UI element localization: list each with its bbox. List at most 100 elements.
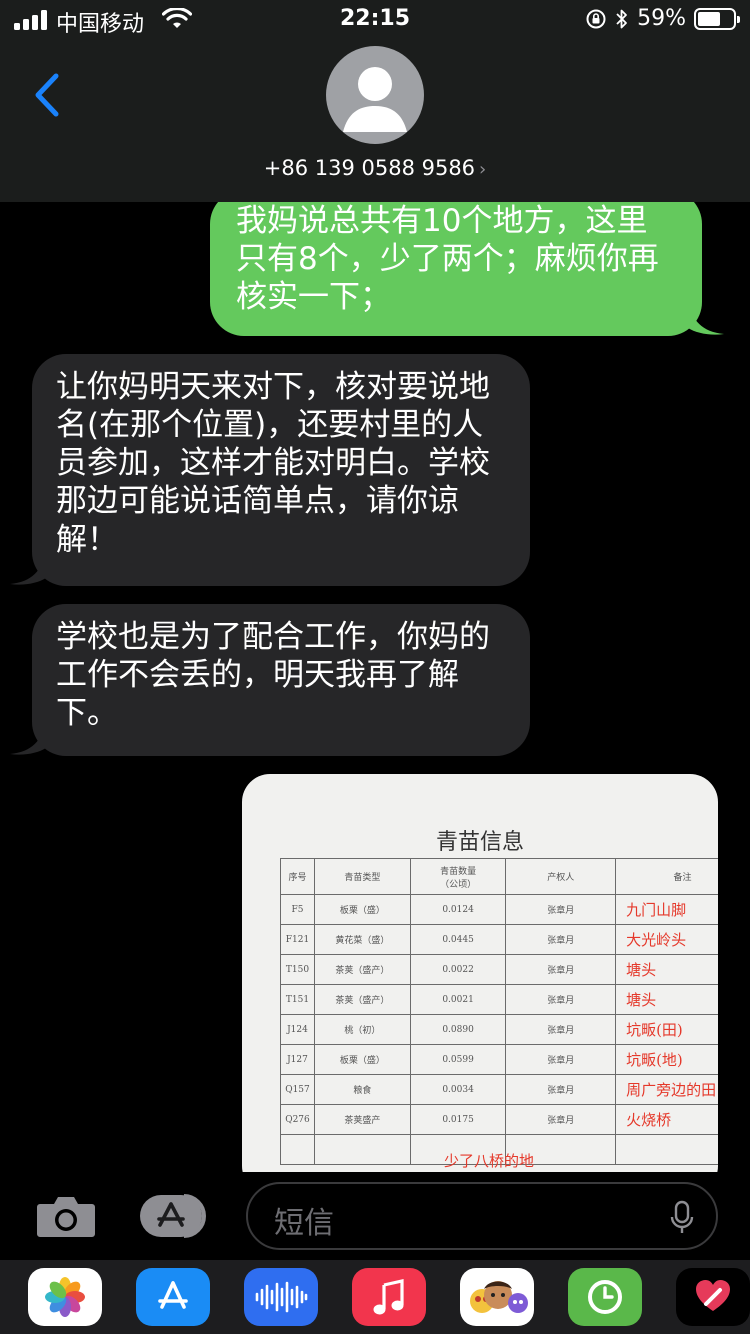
table-row: F121 黄花菜（盛） 0.0445 张章月 大光岭头 (280, 924, 718, 955)
app-store-app-button[interactable] (136, 1268, 210, 1326)
table-cell: 板栗（盛） (313, 1044, 411, 1075)
table-cell: F121 (280, 924, 315, 955)
orientation-lock-icon (586, 9, 606, 28)
music-note-icon (373, 1279, 404, 1315)
handwritten-note: 塘头 (615, 984, 718, 1015)
handwritten-note: 周广旁边的田 (615, 1074, 718, 1105)
table-row: T151 茶荚（盛产） 0.0021 张章月 塘头 (280, 984, 718, 1015)
handwritten-note: 九门山脚 (615, 894, 718, 925)
message-input[interactable]: 短信 (246, 1182, 718, 1250)
photos-icon (45, 1277, 85, 1317)
memoji-app-button[interactable] (460, 1268, 534, 1326)
table-cell: 张章月 (505, 1014, 617, 1045)
camera-button[interactable] (36, 1194, 96, 1238)
table-cell: 0.0124 (409, 894, 507, 925)
chevron-left-icon (35, 73, 59, 117)
table-cell: J124 (280, 1014, 315, 1045)
table-cell: 张章月 (505, 1044, 617, 1075)
handwritten-note: 坑畈(地) (615, 1044, 718, 1075)
contact-avatar[interactable] (326, 46, 424, 144)
table-cell: 张章月 (505, 1104, 617, 1135)
handwritten-note: 火烧桥 (615, 1104, 718, 1135)
table-cell: 桃（初） (313, 1014, 411, 1045)
table-cell: J127 (280, 1044, 315, 1075)
table-cell: 0.0599 (409, 1044, 507, 1075)
seedling-info-table: 序号 青苗类型 青苗数量 （公顷） 产权人 备注 F5 板栗（盛） 0.0124… (280, 858, 718, 1165)
table-cell: F5 (280, 894, 315, 925)
table-cell: 张章月 (505, 984, 617, 1015)
app-store-icon (140, 1194, 206, 1238)
table-row: F5 板栗（盛） 0.0124 张章月 九门山脚 (280, 894, 718, 925)
digital-touch-app-button[interactable] (676, 1268, 750, 1326)
received-message-bubble[interactable]: 学校也是为了配合工作，你妈的工作不会丢的，明天我再了解下。 (10, 604, 530, 756)
table-cell: 张章月 (505, 954, 617, 985)
document-title: 青苗信息 (435, 830, 524, 855)
column-header: 产权人 (505, 858, 617, 895)
chevron-right-icon: › (479, 159, 487, 180)
column-header: 备注 (615, 858, 718, 895)
column-header: 青苗数量 （公顷） (409, 858, 507, 895)
message-text: 让你妈明天来对下，核对要说地名(在那个位置)，还要村里的人员参加，这样才能对明白… (56, 369, 490, 558)
activity-app-button[interactable] (568, 1268, 642, 1326)
back-button[interactable] (22, 70, 72, 120)
table-cell: Q157 (280, 1074, 315, 1105)
heart-icon (696, 1280, 730, 1311)
photos-app-button[interactable] (28, 1268, 102, 1326)
table-cell: Q276 (280, 1104, 315, 1135)
table-cell: 0.0175 (409, 1104, 507, 1135)
table-cell: 0.0890 (409, 1014, 507, 1045)
conversation-header: +86 139 0588 9586 › (0, 40, 750, 202)
contact-number[interactable]: +86 139 0588 9586 › (0, 156, 750, 180)
memoji-icon (470, 1281, 528, 1313)
table-cell: 0.0034 (409, 1074, 507, 1105)
table-cell: 张章月 (505, 894, 617, 925)
table-cell: 茶荚（盛产） (313, 954, 411, 985)
table-cell: 张章月 (505, 1074, 617, 1105)
waveform-icon (255, 1281, 308, 1313)
bubble-tail (688, 302, 724, 335)
handwritten-note: 大光岭头 (615, 924, 718, 955)
table-cell: 0.0022 (409, 954, 507, 985)
microphone-icon[interactable] (670, 1200, 694, 1236)
battery-icon (694, 7, 740, 30)
column-header: 青苗类型 (313, 858, 411, 895)
imessage-app-drawer (0, 1260, 750, 1334)
table-row: Q276 茶荚盛产 0.0175 张章月 火烧桥 (280, 1104, 718, 1135)
table-cell: 板栗（盛） (313, 894, 411, 925)
music-app-button[interactable] (352, 1268, 426, 1326)
column-header: 序号 (280, 858, 315, 895)
table-cell: 茶荚（盛产） (313, 984, 411, 1015)
handwritten-note: 塘头 (615, 954, 718, 985)
message-text: 学校也是为了配合工作，你妈的工作不会丢的，明天我再了解下。 (56, 619, 490, 732)
sent-message-bubble[interactable]: 我妈说总共有10个地方，这里只有8个，少了两个；麻烦你再核实一下； (210, 202, 724, 336)
handwritten-note: 少了八桥的地 (444, 1152, 535, 1170)
clock-icon (588, 1280, 622, 1314)
battery-percent: 59% (637, 6, 686, 31)
table-row: J127 板栗（盛） 0.0599 张章月 坑畈(地) (280, 1044, 718, 1075)
table-row: Q157 粮食 0.0034 张章月 周广旁边的田 (280, 1074, 718, 1105)
table-cell: 张章月 (505, 924, 617, 955)
app-store-button[interactable] (140, 1194, 212, 1238)
received-message-bubble[interactable]: 让你妈明天来对下，核对要说地名(在那个位置)，还要村里的人员参加，这样才能对明白… (10, 354, 530, 586)
table-cell: 0.0021 (409, 984, 507, 1015)
bluetooth-icon (616, 9, 627, 28)
message-thread[interactable]: 我妈说总共有10个地方，这里只有8个，少了两个；麻烦你再核实一下； 让你妈明天来… (0, 202, 750, 1172)
table-cell: 黄花菜（盛） (313, 924, 411, 955)
table-cell: 茶荚盛产 (313, 1104, 411, 1135)
message-composer: 短信 (0, 1172, 750, 1260)
handwritten-note: 坑畈(田) (615, 1014, 718, 1045)
app-store-icon (158, 1281, 188, 1309)
table-cell: T150 (280, 954, 315, 985)
audio-message-app-button[interactable] (244, 1268, 318, 1326)
table-row: T150 茶荚（盛产） 0.0022 张章月 塘头 (280, 954, 718, 985)
message-text: 我妈说总共有10个地方，这里只有8个，少了两个；麻烦你再核实一下； (236, 203, 659, 316)
sent-photo-attachment[interactable]: 青苗信息 序号 青苗类型 青苗数量 （公顷） 产权人 备注 F5 板栗（盛） 0… (242, 774, 718, 1172)
camera-icon (37, 1197, 95, 1237)
contact-number-text: +86 139 0588 9586 (263, 156, 476, 180)
table-cell: 0.0445 (409, 924, 507, 955)
table-cell: T151 (280, 984, 315, 1015)
table-cell: 粮食 (313, 1074, 411, 1105)
table-row: J124 桃（初） 0.0890 张章月 坑畈(田) (280, 1014, 718, 1045)
bubble-tail (10, 722, 46, 755)
bubble-tail (10, 552, 46, 585)
